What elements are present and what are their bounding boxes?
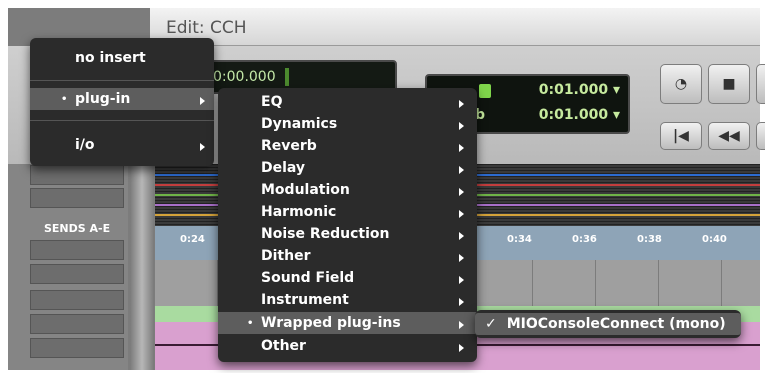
menu-item-no-insert[interactable]: no insert (75, 47, 146, 69)
meter-bar (285, 68, 289, 86)
menu-item-label: Noise Reduction (261, 226, 390, 242)
menu-item-label: no insert (75, 50, 146, 66)
clock-icon: ◔ (674, 76, 688, 92)
menu-item-mioconsoleconnect[interactable]: ✓ MIOConsoleConnect (mono) (485, 313, 726, 335)
menu-item-sound-field[interactable]: Sound Field (261, 267, 354, 289)
menu-item-label: Instrument (261, 292, 349, 308)
submenu-arrow-icon (459, 321, 464, 329)
menu-item-instrument[interactable]: Instrument (261, 289, 349, 311)
play-button[interactable] (756, 64, 765, 104)
window-titlebar: Edit: CCH (150, 8, 760, 46)
submenu-arrow-icon (459, 298, 464, 306)
menu-separator (30, 120, 214, 121)
timeline-tick: 0:24 (180, 234, 205, 245)
start-time[interactable]: 0:01.000 ▾ (539, 82, 620, 98)
menu-item-label: MIOConsoleConnect (mono) (506, 316, 726, 332)
submenu-arrow-icon (459, 122, 464, 130)
stop-icon: ■ (722, 76, 736, 92)
submenu-arrow-icon (459, 344, 464, 352)
plugin-submenu: EQ Dynamics Reverb Delay Modulation Harm… (218, 88, 477, 362)
submenu-arrow-icon (459, 210, 464, 218)
menu-item-reverb[interactable]: Reverb (261, 135, 317, 157)
send-slot[interactable] (30, 314, 124, 334)
timeline-tick: 0:40 (702, 234, 727, 245)
submenu-arrow-icon (459, 254, 464, 262)
column-scroller[interactable] (130, 164, 154, 370)
timeline-tick: 0:34 (507, 234, 532, 245)
stop-button[interactable]: ■ (708, 64, 750, 104)
main-counter: 0:00.000 (213, 69, 276, 85)
menu-item-harmonic[interactable]: Harmonic (261, 201, 336, 223)
menu-item-dither[interactable]: Dither (261, 245, 310, 267)
menu-item-label: Dither (261, 248, 311, 264)
menu-item-label: i/o (75, 137, 95, 153)
wrapped-plugins-submenu: ✓ MIOConsoleConnect (mono) (475, 310, 741, 338)
send-slot[interactable] (30, 338, 124, 358)
menu-item-label: Delay (261, 160, 306, 176)
selected-dot-icon: • (61, 94, 68, 105)
menu-item-label: Other (261, 338, 306, 354)
menu-item-noise-reduction[interactable]: Noise Reduction (261, 223, 389, 245)
submenu-arrow-icon (459, 232, 464, 240)
menu-item-io[interactable]: i/o (75, 134, 95, 156)
send-slot[interactable] (30, 264, 124, 284)
rewind-button[interactable]: ◀◀ (708, 122, 750, 150)
timeline-tick: 0:38 (637, 234, 662, 245)
insert-slot[interactable] (30, 165, 124, 185)
submenu-arrow-icon (200, 143, 205, 151)
menu-item-eq[interactable]: EQ (261, 91, 282, 113)
selected-dot-icon: • (247, 318, 254, 329)
menu-item-label: EQ (261, 94, 283, 110)
submenu-arrow-icon (459, 188, 464, 196)
forward-button[interactable] (756, 122, 765, 150)
menu-item-label: Wrapped plug-ins (261, 315, 401, 331)
timeline-tick: 0:36 (572, 234, 597, 245)
sends-label: SENDS A-E (44, 222, 111, 235)
submenu-arrow-icon (459, 276, 464, 284)
insert-slot[interactable] (30, 188, 124, 208)
menu-item-plug-in[interactable]: • plug-in (61, 88, 131, 110)
submenu-arrow-icon (459, 144, 464, 152)
go-to-start-icon: |◀ (673, 128, 689, 144)
send-slot[interactable] (30, 240, 124, 260)
menu-item-dynamics[interactable]: Dynamics (261, 113, 337, 135)
insert-menu: no insert • plug-in i/o (30, 38, 214, 166)
menu-item-label: Sound Field (261, 270, 355, 286)
checkmark-icon: ✓ (485, 316, 497, 332)
menu-item-other[interactable]: Other (261, 335, 306, 357)
menu-item-wrapped-plug-ins[interactable]: • Wrapped plug-ins (247, 312, 401, 334)
end-time[interactable]: 0:01.000 ▾ (539, 107, 620, 123)
record-mode-button[interactable]: ◔ (660, 64, 702, 104)
menu-item-label: Harmonic (261, 204, 337, 220)
menu-item-label: Reverb (261, 138, 317, 154)
send-slot[interactable] (30, 290, 124, 310)
submenu-arrow-icon (200, 97, 205, 105)
submenu-arrow-icon (459, 100, 464, 108)
selection-indicator (479, 84, 491, 98)
rewind-icon: ◀◀ (718, 128, 740, 144)
menu-item-label: Modulation (261, 182, 350, 198)
menu-item-modulation[interactable]: Modulation (261, 179, 350, 201)
menu-item-label: Dynamics (261, 116, 338, 132)
window-title: Edit: CCH (166, 18, 247, 38)
menu-separator (30, 80, 214, 81)
menu-item-delay[interactable]: Delay (261, 157, 305, 179)
menu-item-label: plug-in (75, 91, 131, 107)
submenu-arrow-icon (459, 166, 464, 174)
go-to-start-button[interactable]: |◀ (660, 122, 702, 150)
